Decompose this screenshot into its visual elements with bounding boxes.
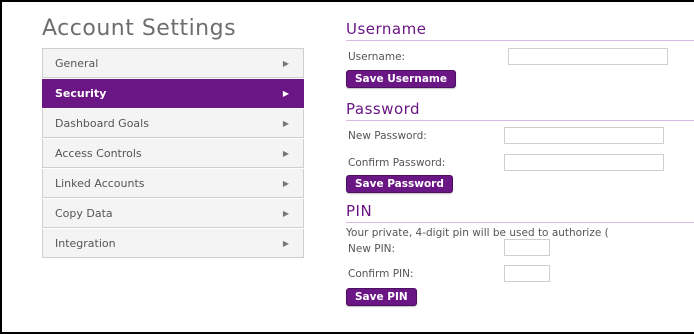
sidebar-item-label: Access Controls xyxy=(55,146,142,160)
chevron-right-icon: ▶ xyxy=(282,88,289,98)
username-section: Username xyxy=(346,20,694,41)
new-password-input[interactable] xyxy=(504,127,664,144)
sidebar-item-general[interactable]: General ▶ xyxy=(42,49,304,78)
section-title-password: Password xyxy=(346,100,694,121)
pin-description: Your private, 4-digit pin will be used t… xyxy=(346,227,609,239)
sidebar-item-access-controls[interactable]: Access Controls ▶ xyxy=(42,139,304,168)
settings-sidebar: General ▶ Security ▶ Dashboard Goals ▶ A… xyxy=(42,48,304,259)
sidebar-item-dashboard-goals[interactable]: Dashboard Goals ▶ xyxy=(42,109,304,138)
chevron-right-icon: ▶ xyxy=(282,58,289,68)
sidebar-item-label: Integration xyxy=(55,236,116,250)
save-pin-button[interactable]: Save PIN xyxy=(346,288,417,306)
chevron-right-icon: ▶ xyxy=(282,178,289,188)
sidebar-item-security[interactable]: Security ▶ xyxy=(42,79,304,108)
chevron-right-icon: ▶ xyxy=(282,238,289,248)
confirm-pin-input[interactable] xyxy=(504,265,550,282)
section-title-pin: PIN xyxy=(346,202,694,223)
confirm-password-input[interactable] xyxy=(504,154,664,171)
sidebar-item-linked-accounts[interactable]: Linked Accounts ▶ xyxy=(42,169,304,198)
confirm-pin-label: Confirm PIN: xyxy=(348,268,414,280)
section-title-username: Username xyxy=(346,20,694,41)
sidebar-item-copy-data[interactable]: Copy Data ▶ xyxy=(42,199,304,228)
settings-window: Account Settings General ▶ Security ▶ Da… xyxy=(0,0,694,334)
chevron-right-icon: ▶ xyxy=(282,148,289,158)
new-pin-label: New PIN: xyxy=(348,243,396,255)
username-label: Username: xyxy=(348,51,406,63)
sidebar-item-label: Dashboard Goals xyxy=(55,116,149,130)
pin-section: PIN xyxy=(346,202,694,223)
confirm-password-label: Confirm Password: xyxy=(348,157,446,169)
sidebar-item-label: Copy Data xyxy=(55,206,113,220)
save-password-button[interactable]: Save Password xyxy=(346,175,453,193)
password-section: Password xyxy=(346,100,694,121)
sidebar-item-label: Linked Accounts xyxy=(55,176,145,190)
sidebar-item-integration[interactable]: Integration ▶ xyxy=(42,229,304,258)
page-title: Account Settings xyxy=(42,16,237,41)
new-password-label: New Password: xyxy=(348,130,427,142)
sidebar-item-label: General xyxy=(55,56,99,70)
save-username-button[interactable]: Save Username xyxy=(346,70,456,88)
sidebar-item-label: Security xyxy=(55,86,107,100)
new-pin-input[interactable] xyxy=(504,239,550,256)
chevron-right-icon: ▶ xyxy=(282,208,289,218)
username-input[interactable] xyxy=(508,48,668,65)
chevron-right-icon: ▶ xyxy=(282,118,289,128)
